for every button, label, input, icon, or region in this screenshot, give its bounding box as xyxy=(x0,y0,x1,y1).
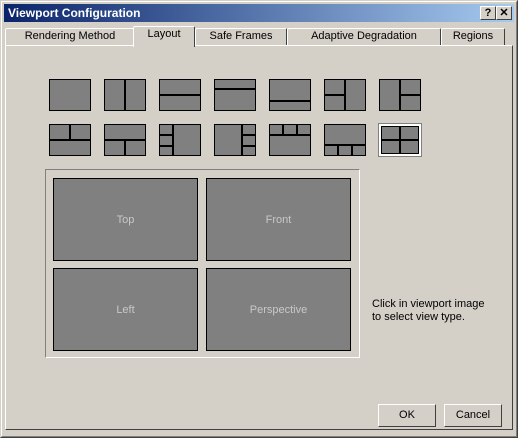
instruction-text: Click in viewport image to select view t… xyxy=(372,298,485,323)
viewport-front[interactable]: Front xyxy=(206,178,351,261)
viewport-perspective[interactable]: Perspective xyxy=(206,268,351,351)
viewport-label-left: Left xyxy=(116,303,135,316)
layout-option-8[interactable] xyxy=(49,124,91,156)
title-bar[interactable]: Viewport Configuration ? ✕ xyxy=(4,4,514,22)
window-title: Viewport Configuration xyxy=(8,6,141,20)
layout-option-9[interactable] xyxy=(104,124,146,156)
layout-option-2[interactable] xyxy=(104,79,146,111)
layout-option-5[interactable] xyxy=(269,79,311,111)
layout-option-3[interactable] xyxy=(159,79,201,111)
layout-option-14-selected[interactable] xyxy=(378,123,422,157)
layout-option-4[interactable] xyxy=(214,79,256,111)
viewport-label-front: Front xyxy=(265,213,292,226)
tab-layout[interactable]: Layout xyxy=(133,26,195,47)
layout-preview: Top Front Left Perspective xyxy=(45,169,360,358)
tab-safe-frames[interactable]: Safe Frames xyxy=(195,28,287,46)
layout-option-1[interactable] xyxy=(49,79,91,111)
tab-regions[interactable]: Regions xyxy=(441,28,505,46)
tab-strip: Rendering Method Layout Safe Frames Adap… xyxy=(5,26,515,47)
help-button[interactable]: ? xyxy=(480,6,496,20)
layout-option-7[interactable] xyxy=(379,79,421,111)
cancel-button[interactable]: Cancel xyxy=(444,404,502,427)
layout-option-13[interactable] xyxy=(324,124,366,156)
viewport-label-perspective: Perspective xyxy=(249,303,308,316)
close-button[interactable]: ✕ xyxy=(496,6,512,20)
layout-option-11[interactable] xyxy=(214,124,256,156)
dialog-window: Viewport Configuration ? ✕ Rendering Met… xyxy=(0,0,518,438)
ok-button[interactable]: OK xyxy=(378,404,436,427)
layout-option-10[interactable] xyxy=(159,124,201,156)
viewport-top[interactable]: Top xyxy=(53,178,198,261)
tab-adaptive-degradation[interactable]: Adaptive Degradation xyxy=(287,28,441,46)
layout-option-12[interactable] xyxy=(269,124,311,156)
tab-rendering-method[interactable]: Rendering Method xyxy=(5,28,135,46)
viewport-left[interactable]: Left xyxy=(53,268,198,351)
viewport-label-top: Top xyxy=(116,213,135,226)
layout-option-6[interactable] xyxy=(324,79,366,111)
